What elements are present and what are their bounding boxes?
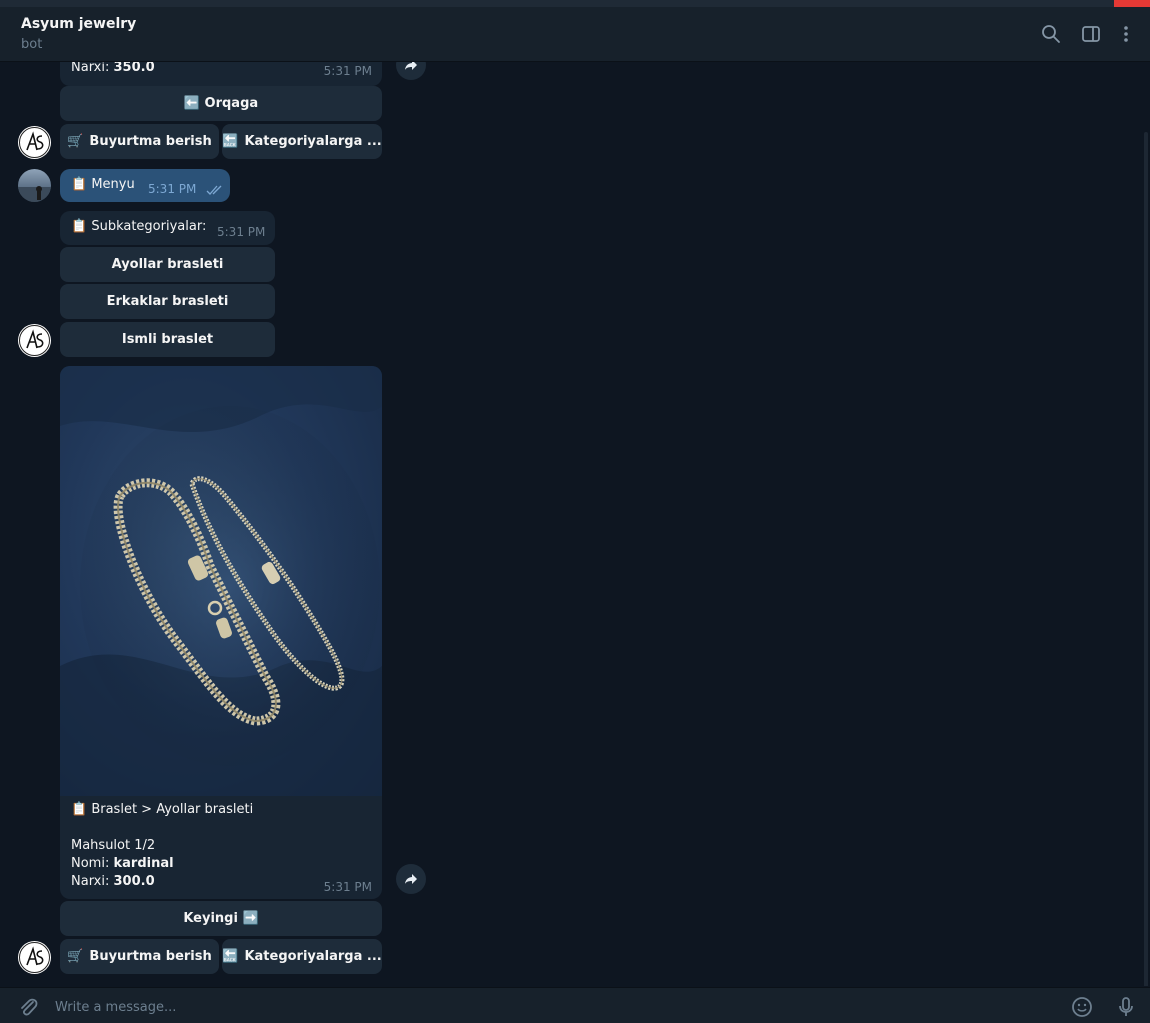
clipboard-icon: 📋 — [71, 802, 88, 817]
message-composer: Write a message... — [0, 987, 1150, 1023]
subcategory-button[interactable]: Ayollar brasleti — [60, 247, 275, 282]
categories-label: Kategoriyalarga ... — [244, 949, 382, 964]
window-close-button[interactable] — [1114, 0, 1150, 7]
order-label: Buyurtma berish — [89, 949, 212, 964]
cart-icon: 🛒 — [67, 949, 84, 964]
bot-message: 📋 Subkategoriyalar: 5:31 PM — [60, 211, 275, 245]
message-time: 5:31 PM — [323, 880, 372, 894]
product-photo[interactable] — [60, 366, 382, 796]
search-icon[interactable] — [1040, 23, 1062, 45]
chat-header: Asyum jewelry bot — [0, 7, 1150, 62]
product-price: Narxi: 300.0 — [71, 874, 155, 889]
product-caption: 📋 Braslet > Ayollar brasleti Mahsulot 1/… — [60, 796, 382, 899]
chat-subtitle: bot — [21, 37, 43, 52]
paperclip-icon[interactable] — [16, 995, 40, 1019]
message-time: 5:31 PM — [148, 182, 197, 196]
breadcrumb: 📋 Braslet > Ayollar brasleti — [71, 802, 254, 817]
user-message: 📋 Menyu 5:31 PM — [60, 169, 230, 202]
scrollbar[interactable] — [1144, 132, 1148, 986]
message-text: 📋 Subkategoriyalar: — [71, 219, 207, 234]
next-button[interactable]: Keyingi ➡️ — [60, 901, 382, 936]
user-avatar[interactable] — [18, 169, 51, 202]
bracelet-image — [60, 366, 382, 796]
categories-label: Kategoriyalarga ... — [244, 134, 382, 149]
microphone-icon[interactable] — [1114, 995, 1138, 1019]
back-button[interactable]: ⬅️ Orqaga — [60, 86, 382, 121]
message-input[interactable]: Write a message... — [55, 1000, 176, 1015]
bot-avatar[interactable] — [18, 324, 51, 357]
cart-icon: 🛒 — [67, 134, 84, 149]
more-vertical-icon[interactable] — [1115, 23, 1137, 45]
bot-message: Narxi: 350.0 5:31 PM — [60, 62, 382, 86]
bot-avatar[interactable] — [18, 126, 51, 159]
message-time: 5:31 PM — [217, 225, 266, 239]
back-arrow-icon: 🔙 — [222, 134, 239, 149]
subcategory-button[interactable]: Ismli braslet — [60, 322, 275, 357]
categories-button[interactable]: 🔙 Kategoriyalarga ... — [222, 124, 382, 159]
forward-icon[interactable] — [396, 62, 426, 80]
message-list[interactable]: Narxi: 350.0 5:31 PM ⬅️ Orqaga 🛒 Buyurtma… — [0, 62, 1150, 986]
order-button[interactable]: 🛒 Buyurtma berish — [60, 939, 219, 974]
product-index: Mahsulot 1/2 — [71, 838, 156, 853]
message-text: 📋 Menyu — [71, 177, 135, 192]
sidebar-toggle-icon[interactable] — [1080, 23, 1102, 45]
bot-avatar[interactable] — [18, 941, 51, 974]
chat-title[interactable]: Asyum jewelry — [21, 16, 136, 32]
categories-button[interactable]: 🔙 Kategoriyalarga ... — [222, 939, 382, 974]
window-top-strip — [0, 0, 1150, 7]
forward-icon[interactable] — [396, 864, 426, 894]
back-arrow-icon: 🔙 — [222, 949, 239, 964]
product-name: Nomi: kardinal — [71, 856, 174, 871]
emoji-icon[interactable] — [1070, 995, 1094, 1019]
order-button[interactable]: 🛒 Buyurtma berish — [60, 124, 219, 159]
clipboard-icon: 📋 — [71, 219, 88, 234]
order-label: Buyurtma berish — [89, 134, 212, 149]
clipboard-icon: 📋 — [71, 177, 88, 192]
subcategory-button[interactable]: Erkaklar brasleti — [60, 284, 275, 319]
message-time: 5:31 PM — [323, 64, 372, 78]
double-check-icon — [206, 185, 222, 195]
message-text: Narxi: 350.0 — [71, 62, 155, 75]
